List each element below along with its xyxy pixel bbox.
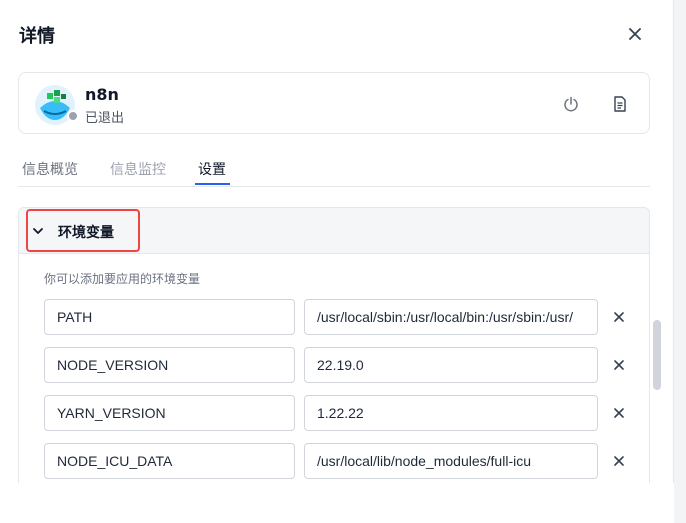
app-card: n8n 已退出 [18,72,650,134]
remove-icon [614,456,624,466]
active-tab-indicator [195,183,230,185]
tab-monitoring[interactable]: 信息监控 [110,159,166,179]
env-value-input[interactable]: 1.22.22 [304,395,598,431]
remove-env-button[interactable] [610,404,628,422]
remove-env-button[interactable] [610,452,628,470]
env-var-row: YARN_VERSION 1.22.22 [44,395,644,431]
close-icon [629,28,641,40]
app-name: n8n [85,85,119,104]
env-key-input[interactable]: YARN_VERSION [44,395,295,431]
env-key-input[interactable]: PATH [44,299,295,335]
env-var-row: PATH /usr/local/sbin:/usr/local/bin:/usr… [44,299,644,335]
remove-env-button[interactable] [610,308,628,326]
document-icon [614,96,626,112]
env-vars-header[interactable]: 环境变量 [19,208,649,254]
status-dot [67,110,79,122]
close-button[interactable] [624,23,646,45]
tab-settings[interactable]: 设置 [198,159,226,179]
remove-icon [614,408,624,418]
power-icon [564,96,578,112]
env-var-row: NODE_ICU_DATA /usr/local/lib/node_module… [44,443,644,479]
tab-bar: 信息概览 信息监控 设置 [18,150,650,187]
panel-title: 详情 [19,26,55,47]
power-button[interactable] [560,93,582,115]
env-value-input[interactable]: /usr/local/lib/node_modules/full-icu [304,443,598,479]
env-var-row: NODE_VERSION 22.19.0 [44,347,644,383]
remove-icon [614,360,624,370]
env-vars-section: 环境变量 你可以添加要应用的环境变量 PATH /usr/local/sbin:… [18,207,650,497]
details-panel: 详情 n8n 已退出 信息概览 信息监控 设置 环境变量 你可以添加要应用的环境… [0,0,674,523]
tab-overview[interactable]: 信息概览 [22,159,78,179]
highlight-box [26,209,140,252]
env-key-input[interactable]: NODE_VERSION [44,347,295,383]
panel-footer-area [0,483,674,523]
remove-env-button[interactable] [610,356,628,374]
env-value-input[interactable]: /usr/local/sbin:/usr/local/bin:/usr/sbin… [304,299,598,335]
scrollbar-thumb[interactable] [653,320,661,390]
env-value-input[interactable]: 22.19.0 [304,347,598,383]
logs-button[interactable] [609,93,631,115]
section-description: 你可以添加要应用的环境变量 [44,272,201,286]
env-key-input[interactable]: NODE_ICU_DATA [44,443,295,479]
scrollbar[interactable] [653,320,661,390]
remove-icon [614,312,624,322]
app-status: 已退出 [85,111,125,126]
